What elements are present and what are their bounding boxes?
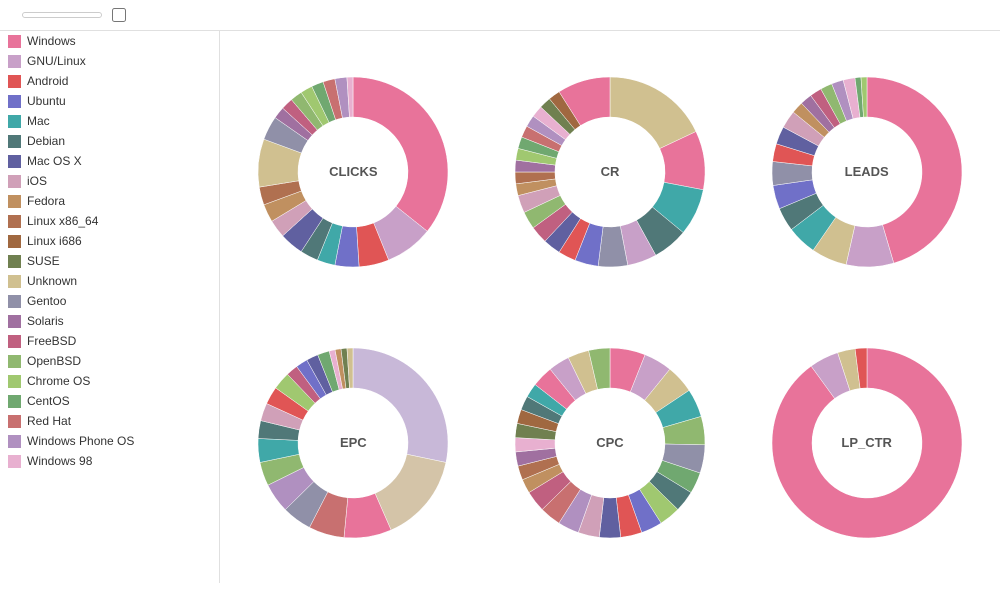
legend-item[interactable]: Chrome OS xyxy=(0,371,219,391)
legend-item-label: SUSE xyxy=(27,254,60,268)
legend-item-label: Ubuntu xyxy=(27,94,66,108)
legend-item-label: Windows Phone OS xyxy=(27,434,134,448)
legend-item[interactable]: Windows xyxy=(0,31,219,51)
legend-item[interactable]: Solaris xyxy=(0,311,219,331)
type-dropdown[interactable] xyxy=(22,12,102,18)
legend-item-label: Solaris xyxy=(27,314,64,328)
legend-item[interactable]: GNU/Linux xyxy=(0,51,219,71)
donut-chart-leads xyxy=(757,62,977,282)
legend-color-swatch xyxy=(8,435,21,448)
legend-color-swatch xyxy=(8,95,21,108)
legend-item-label: CentOS xyxy=(27,394,70,408)
legend-item-label: Linux x86_64 xyxy=(27,214,98,228)
charts-area: CLICKSCRLEADS EPCCPCLP_CTR xyxy=(220,31,1000,583)
legend-color-swatch xyxy=(8,335,21,348)
legend-color-swatch xyxy=(8,315,21,328)
legend-color-swatch xyxy=(8,175,21,188)
chart-leads: LEADS xyxy=(743,41,990,302)
legend-item[interactable]: Fedora xyxy=(0,191,219,211)
legend-item-label: Gentoo xyxy=(27,294,66,308)
legend-item[interactable]: OpenBSD xyxy=(0,351,219,371)
legend-color-swatch xyxy=(8,55,21,68)
legend-item[interactable]: iOS xyxy=(0,171,219,191)
legend-color-swatch xyxy=(8,155,21,168)
legend-item-label: Debian xyxy=(27,134,65,148)
legend-color-swatch xyxy=(8,135,21,148)
chart-cpc: CPC xyxy=(487,312,734,573)
legend-item[interactable]: Mac OS X xyxy=(0,151,219,171)
legend-color-swatch xyxy=(8,215,21,228)
make-default-container xyxy=(112,8,131,22)
legend-item-label: FreeBSD xyxy=(27,334,76,348)
legend-item[interactable]: Unknown xyxy=(0,271,219,291)
legend-item[interactable]: Windows Phone OS xyxy=(0,431,219,451)
legend-item[interactable]: Red Hat xyxy=(0,411,219,431)
chart-clicks: CLICKS xyxy=(230,41,477,302)
legend-item-label: OpenBSD xyxy=(27,354,81,368)
legend-item-label: iOS xyxy=(27,174,47,188)
donut-chart-clicks xyxy=(243,62,463,282)
legend-color-swatch xyxy=(8,355,21,368)
legend-item-label: Mac OS X xyxy=(27,154,82,168)
chart-epc: EPC xyxy=(230,312,477,573)
legend-sidebar: Windows GNU/Linux Android Ubuntu Mac Debian Ma… xyxy=(0,31,220,583)
legend-color-swatch xyxy=(8,255,21,268)
legend-item[interactable]: Debian xyxy=(0,131,219,151)
legend-item-label: Unknown xyxy=(27,274,77,288)
legend-color-swatch xyxy=(8,375,21,388)
legend-item-label: Fedora xyxy=(27,194,65,208)
legend-color-swatch xyxy=(8,195,21,208)
donut-chart-lp_ctr xyxy=(757,333,977,553)
main-content: Windows GNU/Linux Android Ubuntu Mac Debian Ma… xyxy=(0,31,1000,583)
legend-item[interactable]: Linux i686 xyxy=(0,231,219,251)
legend-color-swatch xyxy=(8,275,21,288)
legend-item[interactable]: Gentoo xyxy=(0,291,219,311)
chart-cr: CR xyxy=(487,41,734,302)
donut-chart-cpc xyxy=(500,333,720,553)
legend-item-label: Linux i686 xyxy=(27,234,82,248)
legend-item[interactable]: Linux x86_64 xyxy=(0,211,219,231)
legend-color-swatch xyxy=(8,115,21,128)
legend-color-swatch xyxy=(8,75,21,88)
legend-color-swatch xyxy=(8,235,21,248)
chart-lp_ctr: LP_CTR xyxy=(743,312,990,573)
legend-color-swatch xyxy=(8,415,21,428)
legend-color-swatch xyxy=(8,395,21,408)
toolbar xyxy=(0,0,1000,31)
donut-chart-epc xyxy=(243,333,463,553)
legend-item-label: Chrome OS xyxy=(27,374,90,388)
legend-item-label: Mac xyxy=(27,114,50,128)
make-default-checkbox[interactable] xyxy=(112,8,126,22)
legend-item[interactable]: CentOS xyxy=(0,391,219,411)
legend-color-swatch xyxy=(8,295,21,308)
legend-color-swatch xyxy=(8,455,21,468)
legend-item-label: Red Hat xyxy=(27,414,71,428)
legend-item[interactable]: SUSE xyxy=(0,251,219,271)
legend-item[interactable]: Android xyxy=(0,71,219,91)
legend-item-label: GNU/Linux xyxy=(27,54,86,68)
legend-item-label: Windows 98 xyxy=(27,454,92,468)
donut-chart-cr xyxy=(500,62,720,282)
legend-color-swatch xyxy=(8,35,21,48)
legend-item-label: Windows xyxy=(27,34,76,48)
legend-item[interactable]: FreeBSD xyxy=(0,331,219,351)
legend-item[interactable]: Windows 98 xyxy=(0,451,219,471)
legend-item[interactable]: Ubuntu xyxy=(0,91,219,111)
legend-item[interactable]: Mac xyxy=(0,111,219,131)
legend-item-label: Android xyxy=(27,74,68,88)
